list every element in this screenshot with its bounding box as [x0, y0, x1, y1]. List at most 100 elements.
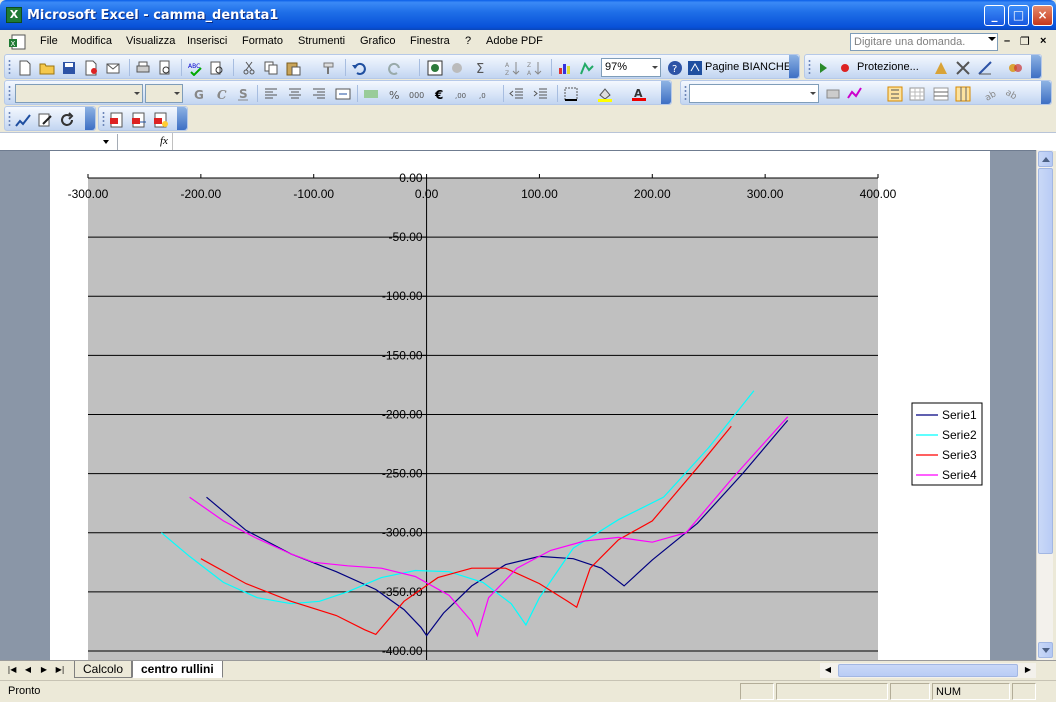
tools-icon[interactable] — [955, 60, 971, 76]
open-folder-icon[interactable] — [39, 60, 55, 76]
help-icon[interactable]: ? — [667, 60, 683, 76]
undo-icon[interactable] — [351, 60, 367, 76]
protezione-button[interactable]: Protezione... — [857, 61, 919, 73]
autosum-icon[interactable]: Σ — [473, 60, 489, 76]
maximize-button[interactable]: □ — [1008, 5, 1029, 26]
font-size-select[interactable] — [145, 84, 183, 103]
help-search-input[interactable]: Digitare una domanda. — [850, 33, 998, 51]
legend-icon[interactable] — [887, 86, 903, 102]
menu-file[interactable]: File — [40, 35, 58, 47]
vertical-scrollbar[interactable] — [1036, 150, 1053, 660]
menu-inserisci[interactable]: Inserisci — [187, 35, 227, 47]
increase-decimal-icon[interactable]: ,00 — [455, 86, 471, 102]
percent-icon[interactable]: % — [387, 86, 403, 102]
angle-text-up-icon[interactable]: ab — [1005, 86, 1021, 102]
spelling-icon[interactable]: ABC — [187, 60, 203, 76]
vertical-scroll-thumb[interactable] — [1038, 168, 1053, 554]
workbook-icon[interactable]: X — [8, 33, 28, 51]
minimize-button[interactable]: _ — [984, 5, 1005, 26]
increase-indent-icon[interactable] — [533, 86, 549, 102]
redo-icon[interactable] — [387, 60, 403, 76]
font-select[interactable] — [15, 84, 143, 103]
copy-icon[interactable] — [263, 60, 279, 76]
sort-descending-icon[interactable]: ZA — [527, 60, 543, 76]
scroll-up-button[interactable] — [1038, 151, 1053, 167]
decrease-decimal-icon[interactable]: ,0 — [479, 86, 495, 102]
euro-icon[interactable]: € — [433, 86, 449, 102]
chart-type-icon[interactable] — [847, 86, 863, 102]
menu-modifica[interactable]: Modifica — [71, 35, 112, 47]
last-sheet-icon[interactable]: ▶| — [54, 664, 66, 676]
script-editor-icon[interactable] — [1007, 60, 1023, 76]
angle-text-down-icon[interactable]: ab — [983, 86, 999, 102]
menu-help[interactable]: ? — [465, 35, 471, 47]
email-icon[interactable] — [105, 60, 121, 76]
name-box[interactable] — [6, 134, 118, 150]
menu-strumenti[interactable]: Strumenti — [298, 35, 345, 47]
design-mode-icon[interactable] — [977, 60, 993, 76]
formula-input[interactable] — [172, 133, 1056, 151]
run-macro-icon[interactable] — [815, 60, 831, 76]
paste-icon[interactable] — [285, 60, 301, 76]
zoom-select[interactable]: 97% — [601, 58, 661, 77]
scroll-down-button[interactable] — [1038, 642, 1053, 658]
decrease-indent-icon[interactable] — [509, 86, 525, 102]
format-painter-icon[interactable] — [321, 60, 337, 76]
bold-icon[interactable]: G — [191, 86, 207, 102]
help-dropdown-icon[interactable] — [988, 37, 996, 41]
security-icon[interactable] — [933, 60, 949, 76]
hyperlink-icon[interactable] — [427, 60, 443, 76]
pagine-bianche-icon[interactable] — [687, 60, 703, 76]
doc-restore-button[interactable]: ❐ — [1020, 35, 1030, 48]
next-sheet-icon[interactable]: ▶ — [38, 664, 50, 676]
menu-finestra[interactable]: Finestra — [410, 35, 450, 47]
sort-ascending-icon[interactable]: AZ — [505, 60, 521, 76]
format-object-icon[interactable] — [825, 86, 841, 102]
insert-function-icon[interactable]: fx — [160, 135, 168, 147]
italic-icon[interactable]: C — [213, 86, 229, 102]
sheet-tab-centro-rullini[interactable]: centro rullini — [132, 661, 223, 678]
refresh-icon[interactable] — [59, 112, 75, 128]
borders-icon[interactable] — [563, 86, 579, 102]
doc-minimize-button[interactable]: – — [1004, 35, 1010, 47]
by-row-icon[interactable] — [933, 86, 949, 102]
cut-icon[interactable] — [241, 60, 257, 76]
excel-app-icon[interactable]: X — [6, 7, 22, 23]
by-column-icon[interactable] — [955, 86, 971, 102]
chart-wizard-icon[interactable] — [557, 60, 573, 76]
pdf-email-icon[interactable] — [131, 112, 147, 128]
fill-color-icon[interactable] — [597, 86, 613, 102]
ink-icon[interactable] — [449, 60, 465, 76]
chart-page[interactable]: 0.00 -50.00 -100.00 -150.00 -200.00 -250.00 -3… — [50, 151, 990, 661]
sheet-tab-calcolo[interactable]: Calcolo — [74, 661, 133, 678]
data-table-icon[interactable] — [909, 86, 925, 102]
trend-chart-icon[interactable] — [15, 112, 31, 128]
close-button[interactable]: × — [1032, 5, 1053, 26]
new-document-icon[interactable] — [17, 60, 33, 76]
chart-objects-select[interactable] — [689, 84, 819, 103]
thousands-icon[interactable]: 000 — [409, 86, 425, 102]
print-preview-icon[interactable] — [157, 60, 173, 76]
scroll-right-icon[interactable]: ▶ — [1022, 664, 1034, 676]
currency-icon[interactable] — [363, 86, 379, 102]
align-right-icon[interactable] — [311, 86, 327, 102]
research-icon[interactable] — [209, 60, 225, 76]
doc-close-button[interactable]: × — [1040, 35, 1046, 47]
save-icon[interactable] — [61, 60, 77, 76]
pdf-review-icon[interactable] — [153, 112, 169, 128]
menu-grafico[interactable]: Grafico — [360, 35, 395, 47]
font-color-icon[interactable]: A — [631, 86, 647, 102]
menu-formato[interactable]: Formato — [242, 35, 283, 47]
menu-visualizza[interactable]: Visualizza — [126, 35, 175, 47]
chevron-down-icon[interactable] — [103, 140, 109, 144]
underline-icon[interactable]: S — [235, 86, 251, 102]
pagine-bianche-button[interactable]: Pagine BIANCHE — [705, 61, 791, 73]
align-left-icon[interactable] — [263, 86, 279, 102]
menu-adobe-pdf[interactable]: Adobe PDF — [486, 35, 543, 47]
horizontal-scrollbar[interactable]: ◀ ▶ — [820, 663, 1036, 678]
merge-center-icon[interactable] — [335, 86, 351, 102]
first-sheet-icon[interactable]: |◀ — [6, 664, 18, 676]
horizontal-scroll-thumb[interactable] — [838, 664, 1018, 677]
align-center-icon[interactable] — [287, 86, 303, 102]
print-icon[interactable] — [135, 60, 151, 76]
